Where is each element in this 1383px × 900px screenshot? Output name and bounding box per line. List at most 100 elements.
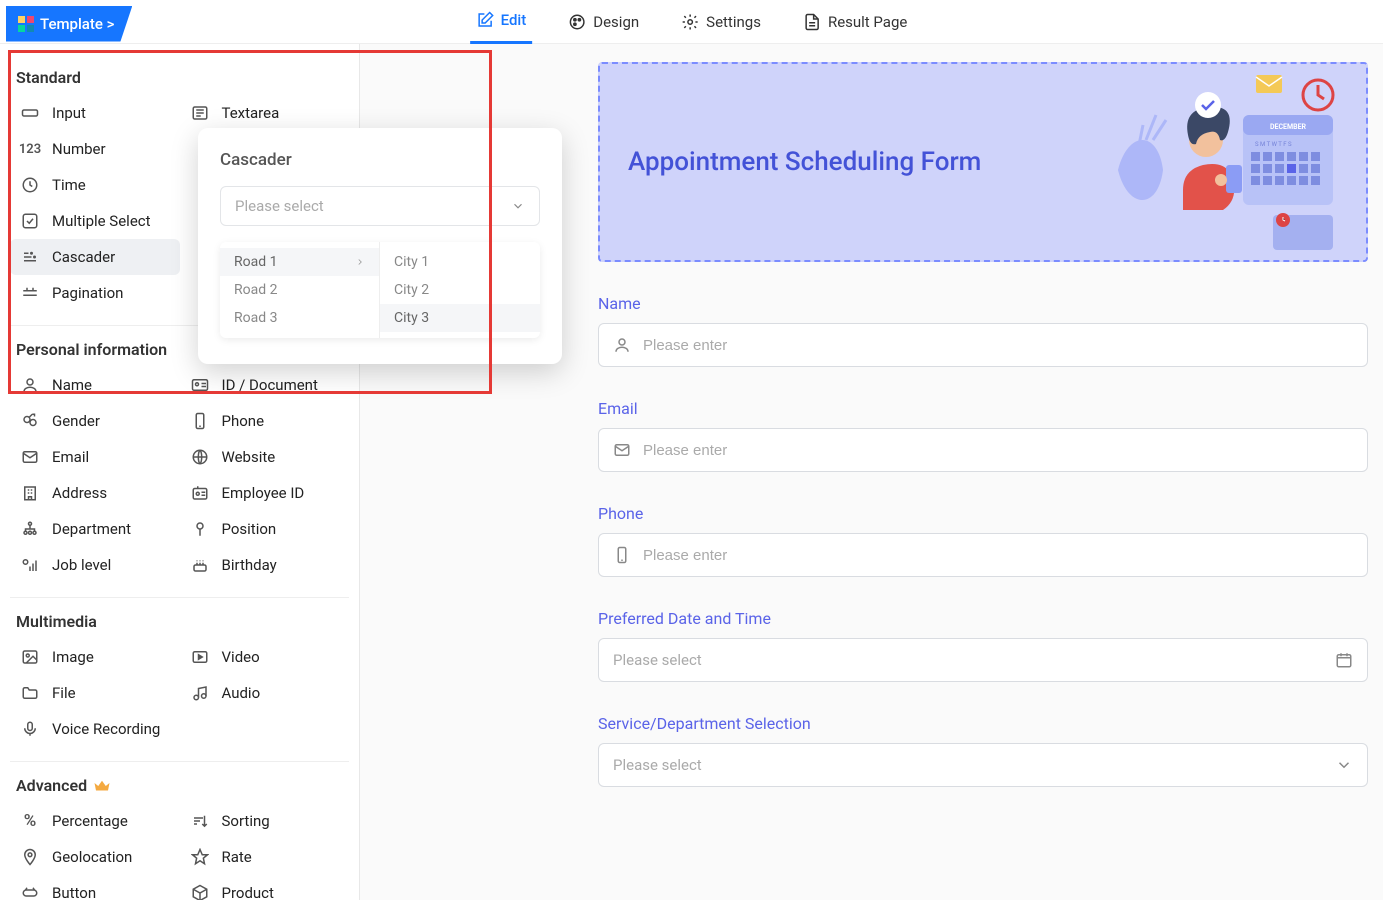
component-input[interactable]: Input: [10, 95, 180, 131]
component-position[interactable]: Position: [180, 511, 350, 547]
component-label: Button: [52, 884, 96, 900]
component-phone[interactable]: Phone: [180, 403, 350, 439]
tab-settings[interactable]: Settings: [675, 0, 767, 44]
tab-result-page[interactable]: Result Page: [797, 0, 913, 44]
name-input-element[interactable]: [643, 337, 1353, 354]
field-email: Email: [598, 399, 1368, 472]
star-icon: [190, 847, 210, 867]
org-icon: [20, 519, 40, 539]
component-label: Department: [52, 520, 131, 538]
cascader-option-city-1[interactable]: City 1: [380, 248, 540, 276]
field-phone-label: Phone: [598, 504, 1368, 523]
component-label: Email: [52, 448, 89, 466]
component-label: Employee ID: [222, 484, 305, 502]
component-textarea[interactable]: Textarea: [180, 95, 350, 131]
field-email-input[interactable]: [598, 428, 1368, 472]
music-icon: [190, 683, 210, 703]
component-image[interactable]: Image: [10, 639, 180, 675]
mic-icon: [20, 719, 40, 739]
person-icon: [613, 336, 631, 354]
tab-label: Design: [593, 13, 639, 31]
folder-icon: [20, 683, 40, 703]
tab-edit[interactable]: Edit: [470, 0, 533, 44]
component-voice-recording[interactable]: Voice Recording: [10, 711, 180, 747]
component-address[interactable]: Address: [10, 475, 180, 511]
cascader-col-1: Road 1 Road 2 Road 3: [220, 242, 380, 338]
chevron-right-icon: [355, 257, 365, 267]
field-name: Name: [598, 294, 1368, 367]
option-label: Road 2: [234, 282, 277, 298]
cascader-option-road-1[interactable]: Road 1: [220, 248, 379, 276]
component-website[interactable]: Website: [180, 439, 350, 475]
cascader-option-road-2[interactable]: Road 2: [220, 276, 379, 304]
component-label: Voice Recording: [52, 720, 160, 738]
percent-icon: %: [20, 811, 40, 831]
email-input-element[interactable]: [643, 442, 1353, 459]
component-email[interactable]: Email: [10, 439, 180, 475]
component-label: Website: [222, 448, 276, 466]
component-department[interactable]: Department: [10, 511, 180, 547]
component-name[interactable]: Name: [10, 367, 180, 403]
component-pagination[interactable]: Pagination: [10, 275, 180, 311]
component-number[interactable]: 123Number: [10, 131, 180, 167]
component-audio[interactable]: Audio: [180, 675, 350, 711]
phone-icon: [613, 546, 631, 564]
badge-icon: [190, 483, 210, 503]
component-label: Gender: [52, 412, 100, 430]
field-datetime-input[interactable]: Please select: [598, 638, 1368, 682]
component-product[interactable]: Product: [180, 875, 350, 900]
component-label: Image: [52, 648, 94, 666]
component-id-document[interactable]: ID / Document: [180, 367, 350, 403]
component-multiple-select[interactable]: Multiple Select: [10, 203, 180, 239]
location-icon: [20, 847, 40, 867]
svg-text:S M T W T F S: S M T W T F S: [1255, 141, 1292, 148]
component-label: Product: [222, 884, 274, 900]
chevron-down-icon: [1335, 756, 1353, 774]
topbar: Template > Edit Design Settings Result P…: [0, 0, 1383, 44]
component-cascader[interactable]: Cascader: [10, 239, 180, 275]
component-percentage[interactable]: %Percentage: [10, 803, 180, 839]
field-phone-input[interactable]: [598, 533, 1368, 577]
form-hero[interactable]: Appointment Scheduling Form DECEMBER S M…: [598, 62, 1368, 262]
component-job-level[interactable]: Job level: [10, 547, 180, 583]
template-button[interactable]: Template >: [6, 6, 132, 42]
field-service-input[interactable]: Please select: [598, 743, 1368, 787]
sort-icon: [190, 811, 210, 831]
id-card-icon: [190, 375, 210, 395]
chevron-down-icon: [511, 199, 525, 213]
phone-input-element[interactable]: [643, 547, 1353, 564]
mail-icon: [20, 447, 40, 467]
option-label: Road 1: [234, 254, 277, 270]
component-rate[interactable]: Rate: [180, 839, 350, 875]
component-birthday[interactable]: Birthday: [180, 547, 350, 583]
box-icon: [190, 883, 210, 900]
component-time[interactable]: Time: [10, 167, 180, 203]
building-icon: [20, 483, 40, 503]
checkbox-icon: [20, 211, 40, 231]
cascader-option-city-3[interactable]: City 3: [380, 304, 540, 332]
cascader-option-city-2[interactable]: City 2: [380, 276, 540, 304]
tab-design[interactable]: Design: [562, 0, 645, 44]
component-employee-id[interactable]: Employee ID: [180, 475, 350, 511]
component-button[interactable]: Button: [10, 875, 180, 900]
field-name-input[interactable]: [598, 323, 1368, 367]
component-sorting[interactable]: Sorting: [180, 803, 350, 839]
cascader-option-road-3[interactable]: Road 3: [220, 304, 379, 332]
option-label: City 1: [394, 254, 429, 270]
component-video[interactable]: Video: [180, 639, 350, 675]
cascader-select[interactable]: Please select: [220, 186, 540, 226]
component-gender[interactable]: Gender: [10, 403, 180, 439]
video-icon: [190, 647, 210, 667]
globe-icon: [190, 447, 210, 467]
component-file[interactable]: File: [10, 675, 180, 711]
tab-label: Result Page: [828, 13, 907, 31]
component-label: Multiple Select: [52, 212, 151, 230]
field-datetime: Preferred Date and Time Please select: [598, 609, 1368, 682]
bars-icon: [20, 555, 40, 575]
phone-icon: [190, 411, 210, 431]
component-label: Phone: [222, 412, 265, 430]
component-label: Number: [52, 140, 106, 158]
section-advanced-label: Advanced: [16, 776, 87, 795]
component-label: Textarea: [222, 104, 280, 122]
component-geolocation[interactable]: Geolocation: [10, 839, 180, 875]
